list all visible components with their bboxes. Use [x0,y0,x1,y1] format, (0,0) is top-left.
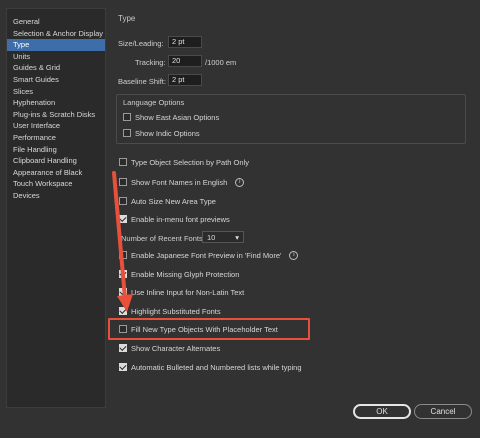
ok-button[interactable]: OK [353,404,411,419]
option-checkbox[interactable] [119,307,127,315]
show-indic-option[interactable]: Show Indic Options [123,127,200,139]
option-row[interactable]: Enable Japanese Font Preview in 'Find Mo… [119,249,299,261]
sidebar-item[interactable]: User Interface [7,120,105,132]
sidebar-item[interactable]: Appearance of Black [7,167,105,179]
sidebar-item[interactable]: Clipboard Handling [7,155,105,167]
option-checkbox[interactable] [119,363,127,371]
option-row[interactable]: Enable in-menu font previews [119,213,230,225]
sidebar-item[interactable]: Touch Workspace [7,178,105,190]
sidebar-item[interactable]: Smart Guides [7,74,105,86]
tracking-label: Tracking: [135,58,166,67]
size-leading-label: Size/Leading: [118,39,164,48]
option-label: Enable Japanese Font Preview in 'Find Mo… [131,250,282,260]
option-checkbox[interactable] [119,288,127,296]
option-checkbox[interactable] [119,158,127,166]
tracking-field[interactable]: 20 [168,55,202,67]
show-east-asian-option[interactable]: Show East Asian Options [123,111,219,123]
option-row[interactable]: Type Object Selection by Path Only [119,156,249,168]
sidebar-item[interactable]: File Handling [7,144,105,156]
option-label: Automatic Bulleted and Numbered lists wh… [131,362,302,372]
option-checkbox[interactable] [119,251,127,259]
option-checkbox[interactable] [119,344,127,352]
option-checkbox[interactable] [119,215,127,223]
sidebar-item[interactable]: Guides & Grid [7,62,105,74]
baseline-shift-label: Baseline Shift: [118,77,166,86]
baseline-shift-field[interactable]: 2 pt [168,74,202,86]
option-checkbox[interactable] [119,270,127,278]
option-row[interactable]: Show Font Names in English i [119,176,245,188]
sidebar-item[interactable]: Hyphenation [7,97,105,109]
recent-fonts-label: Number of Recent Fonts: [121,234,205,243]
option-label: Highlight Substituted Fonts [131,306,221,316]
info-icon[interactable]: i [235,177,245,187]
option-label: Use Inline Input for Non-Latin Text [131,287,245,297]
option-label: Type Object Selection by Path Only [131,157,249,167]
show-indic-checkbox[interactable] [123,129,131,137]
option-label: Show Font Names in English [131,177,228,187]
show-indic-label: Show Indic Options [135,128,200,138]
cancel-button[interactable]: Cancel [414,404,472,419]
option-label: Show Character Alternates [131,343,221,353]
option-label: Enable in-menu font previews [131,214,230,224]
panel-title: Type [118,14,136,23]
option-row[interactable]: Automatic Bulleted and Numbered lists wh… [119,361,302,373]
sidebar-item[interactable]: Units [7,51,105,63]
option-label: Enable Missing Glyph Protection [131,269,240,279]
option-row[interactable]: Highlight Substituted Fonts [119,305,221,317]
show-east-asian-checkbox[interactable] [123,113,131,121]
option-checkbox[interactable] [119,178,127,186]
sidebar-list: General Selection & Anchor Display Type Uni… [7,16,105,202]
info-icon[interactable]: i [289,250,299,260]
sidebar-item[interactable]: General [7,16,105,28]
show-east-asian-label: Show East Asian Options [135,112,220,122]
sidebar-item[interactable]: Type [7,39,105,51]
sidebar-item[interactable]: Slices [7,86,105,98]
size-leading-field[interactable]: 2 pt [168,36,202,48]
sidebar-item[interactable]: Plug-ins & Scratch Disks [7,109,105,121]
language-options-title: Language Options [123,98,185,107]
sidebar-item[interactable]: Performance [7,132,105,144]
option-checkbox[interactable] [119,197,127,205]
option-row[interactable]: Auto Size New Area Type [119,195,216,207]
placeholder-text-highlight [108,318,310,340]
option-row[interactable]: Show Character Alternates [119,342,220,354]
option-label: Auto Size New Area Type [131,196,216,206]
tracking-unit: /1000 em [205,58,237,67]
preferences-sidebar: General Selection & Anchor Display Type Uni… [6,8,106,408]
option-row[interactable]: Enable Missing Glyph Protection [119,268,239,280]
option-row[interactable]: Use Inline Input for Non-Latin Text [119,286,244,298]
sidebar-item[interactable]: Selection & Anchor Display [7,28,105,40]
sidebar-item[interactable]: Devices [7,190,105,202]
recent-fonts-value: 10 [207,232,216,242]
chevron-down-icon: ▾ [235,232,239,242]
recent-fonts-select[interactable]: 10 ▾ [202,231,244,243]
